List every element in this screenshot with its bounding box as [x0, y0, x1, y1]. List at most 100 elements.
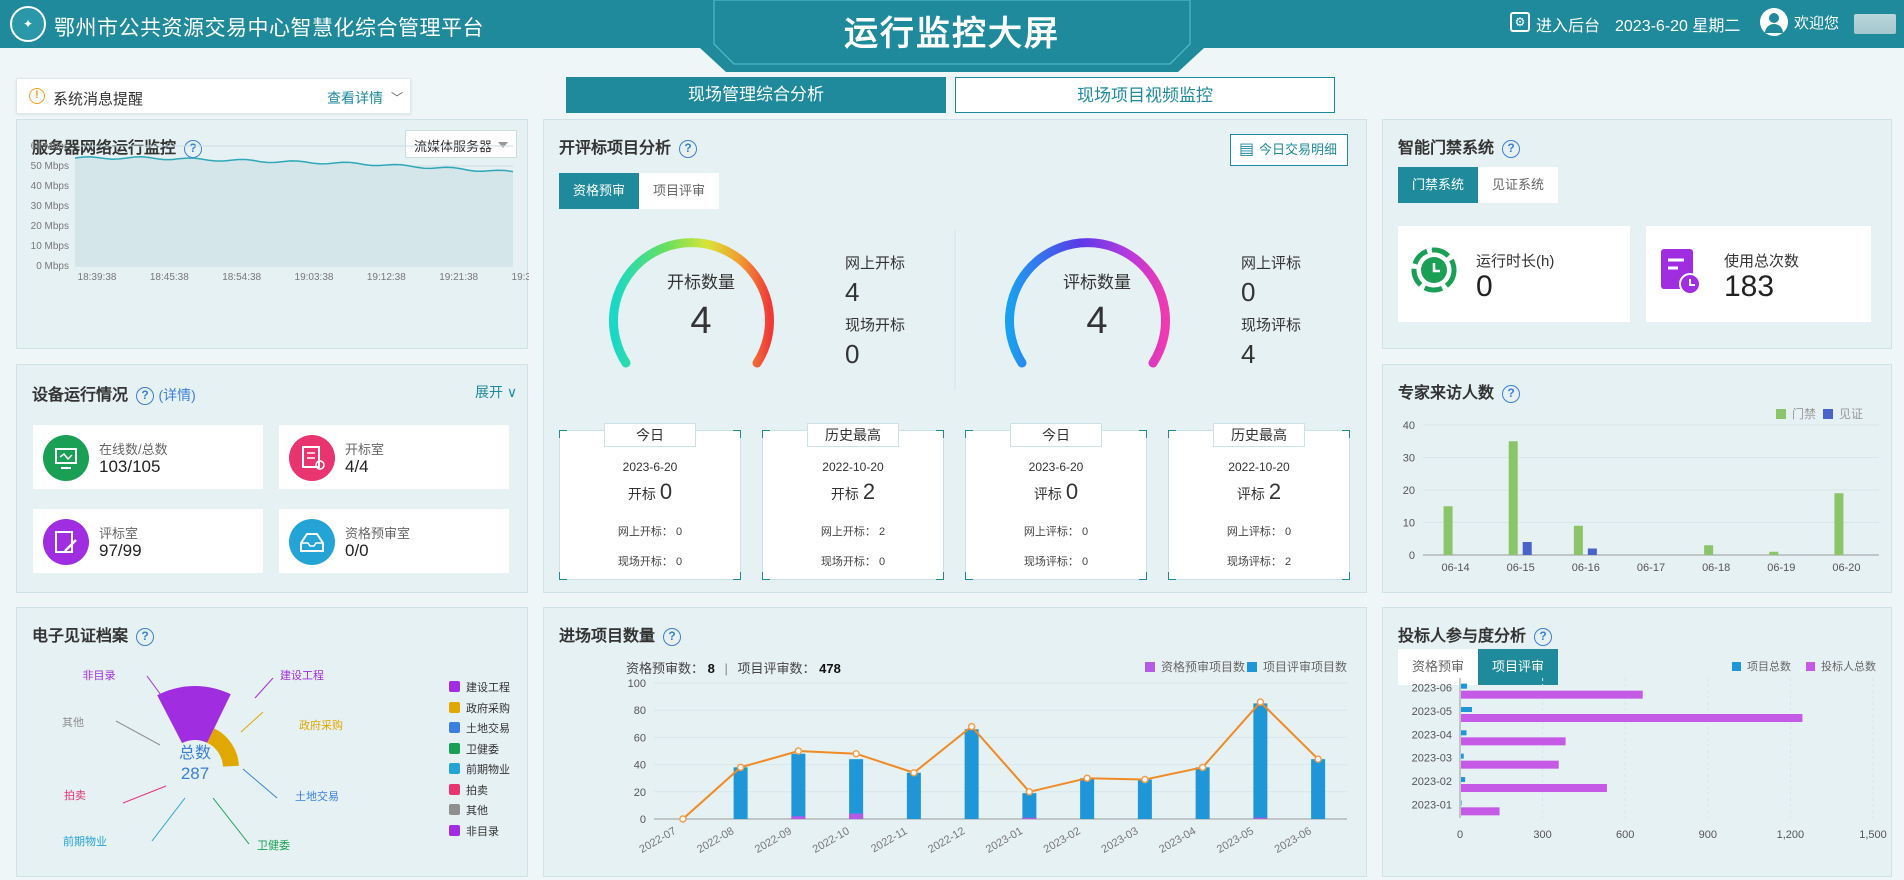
- x-tick-label: 06-16: [1572, 562, 1600, 574]
- x-tick-label: 06-15: [1507, 562, 1535, 574]
- y-tick-label: 0 Mbps: [36, 261, 69, 272]
- pie-legend-item[interactable]: 非目录: [449, 823, 499, 839]
- bar-review: [849, 759, 864, 819]
- equip-card-bid-room: 开标室 4/4: [279, 425, 509, 489]
- tab-witness-system[interactable]: 见证系统: [1478, 167, 1559, 203]
- bar-review: [964, 729, 979, 819]
- bar: [1834, 493, 1844, 555]
- panel-title: 设备运行情况? (详情): [32, 387, 196, 405]
- x-tick-label: 06-18: [1702, 562, 1730, 574]
- pie-legend-item[interactable]: 拍卖: [449, 782, 488, 798]
- x-tick-label: 2022-12: [926, 825, 967, 856]
- help-icon[interactable]: ?: [136, 387, 155, 405]
- equip-label: 在线数/总数: [99, 442, 168, 457]
- pie-leader: [151, 797, 186, 842]
- server-monitor-panel: 服务器网络运行监控? 流媒体服务器 60 Mbps 50 Mbps 40 Mbps 3…: [16, 119, 529, 349]
- usage-label: 使用总次数: [1724, 253, 1800, 270]
- admin-link[interactable]: 进入后台: [1536, 12, 1600, 36]
- pie-leader: [115, 720, 161, 746]
- equipment-panel: 设备运行情况? (详情) 展开 ∨ 在线数/总数 103/105 开标室 4/4…: [16, 364, 528, 593]
- y-tick-label: 40: [1403, 420, 1415, 432]
- stat-date: 2023-6-20: [622, 460, 678, 474]
- x-tick-label: 2022-08: [695, 825, 736, 856]
- view-details-link[interactable]: 查看详情: [327, 88, 383, 108]
- notice-label: 系统消息提醒: [53, 91, 144, 108]
- x-tick-label: 19:30:38: [512, 272, 529, 283]
- current-date: 2023-6-20 星期二: [1615, 18, 1741, 35]
- review-gauge-value: 4: [1086, 300, 1107, 342]
- bar-prequal: [1253, 817, 1268, 819]
- expand-button[interactable]: 展开 ∨: [475, 382, 517, 402]
- usage-card: 使用总次数 183: [1646, 226, 1871, 322]
- help-icon[interactable]: ?: [1502, 140, 1521, 158]
- x-tick-label: 06-19: [1767, 562, 1795, 574]
- expert-chart: 0 10 20 30 40 06-14 06-15 06-16 06-17 06-18 06-19 0…: [1403, 420, 1879, 574]
- pie-legend-item[interactable]: 其他: [449, 802, 488, 818]
- equip-label: 开标室: [345, 442, 385, 457]
- x-tick-label: 1,500: [1859, 829, 1887, 841]
- open-onsite-value: 0: [845, 339, 859, 369]
- monitor-icon: [43, 435, 89, 481]
- bar-bidders: [1461, 807, 1500, 816]
- stat-main: 开标 2: [830, 479, 876, 504]
- pie-label: 政府采购: [299, 718, 343, 732]
- gear-icon[interactable]: ⚙: [1510, 12, 1530, 32]
- pie-label: 拍卖: [64, 788, 86, 802]
- stat-row: 网上评标： 0: [1023, 526, 1089, 538]
- bar-projects: [1461, 777, 1466, 782]
- stat-head: 历史最高: [807, 423, 899, 447]
- bid-analysis-panel: 开评标项目分析? 今日交易明细 资格预审 项目评审 开标数量 4 评标数量 4 …: [543, 119, 1367, 593]
- x-tick-label: 2023-03: [1099, 825, 1140, 856]
- pie-leader: [122, 785, 167, 804]
- x-tick-label: 2022-07: [637, 825, 678, 856]
- tab-site-analysis[interactable]: 现场管理综合分析: [566, 77, 946, 113]
- line-point: [1256, 698, 1265, 706]
- bar-prequal: [849, 813, 864, 819]
- tab-video-monitor[interactable]: 现场项目视频监控: [955, 77, 1335, 113]
- gate-subtabs: 门禁系统 见证系统: [1398, 167, 1559, 203]
- line-point: [852, 749, 860, 758]
- stat-date: 2023-6-20: [1028, 460, 1084, 474]
- pie-legend-item[interactable]: 前期物业: [449, 761, 510, 777]
- y-tick-label: 20: [634, 787, 646, 799]
- server-chart: 60 Mbps 50 Mbps 40 Mbps 30 Mbps 20 Mbps 10 Mb…: [31, 141, 529, 283]
- entry-projects-panel: 进场项目数量? 资格预审数： 8 | 项目评审数： 478 资格预审项目数 项目…: [543, 607, 1367, 877]
- welcome-text: 欢迎您: [1794, 15, 1840, 32]
- tab-gate-system[interactable]: 门禁系统: [1398, 167, 1479, 203]
- equip-card-review-room: 评标室 97/99: [33, 509, 263, 573]
- equip-value: 97/99: [99, 541, 142, 560]
- usage-value: 183: [1724, 270, 1775, 303]
- pie-legend-item[interactable]: 政府采购: [449, 700, 510, 716]
- stat-main: 评标 2: [1236, 479, 1282, 504]
- inbox-icon: [289, 519, 335, 565]
- bar: [1443, 506, 1453, 555]
- pie-legend-item[interactable]: 卫健委: [449, 741, 499, 757]
- y-tick-label: 2023-03: [1412, 753, 1452, 765]
- pie-legend-item[interactable]: 建设工程: [449, 679, 510, 695]
- bidder-participation-panel: 投标人参与度分析? 资格预审 项目评审 项目总数 投标人总数 0 300 600 90…: [1382, 607, 1892, 877]
- bar: [1573, 525, 1583, 555]
- y-tick-label: 0: [1409, 550, 1415, 562]
- total-line: [682, 700, 1319, 820]
- y-tick-label: 40: [634, 760, 646, 772]
- x-tick-label: 600: [1616, 829, 1634, 841]
- bidder-chart: 0 300 600 900 1,200 1,500 2023-06 2023-05 2023-0…: [1412, 678, 1887, 841]
- y-tick-label: 30: [1403, 453, 1415, 465]
- usage-icon: [1661, 249, 1701, 295]
- avatar[interactable]: [1760, 8, 1788, 36]
- runtime-card: 运行时长(h) 0: [1398, 226, 1630, 322]
- x-tick-label: 1,200: [1777, 829, 1805, 841]
- x-tick-label: 06-17: [1637, 562, 1665, 574]
- bar-prequal: [791, 816, 806, 819]
- pie-legend-item[interactable]: 土地交易: [449, 720, 510, 736]
- bar-review: [906, 772, 921, 819]
- x-tick-label: 2023-06: [1273, 825, 1314, 856]
- stat-row: 现场评标： 0: [1023, 556, 1089, 568]
- entry-chart: 0 20 40 60 80 100 2022-07 2022-08 2022-09 2022-10…: [628, 678, 1347, 856]
- y-tick-label: 50 Mbps: [31, 161, 69, 172]
- equipment-detail-link[interactable]: (详情): [158, 387, 195, 403]
- bar-projects: [1461, 730, 1467, 736]
- line-point: [736, 763, 745, 772]
- chevron-down-icon[interactable]: ﹀: [391, 89, 403, 106]
- x-tick-label: 900: [1699, 829, 1717, 841]
